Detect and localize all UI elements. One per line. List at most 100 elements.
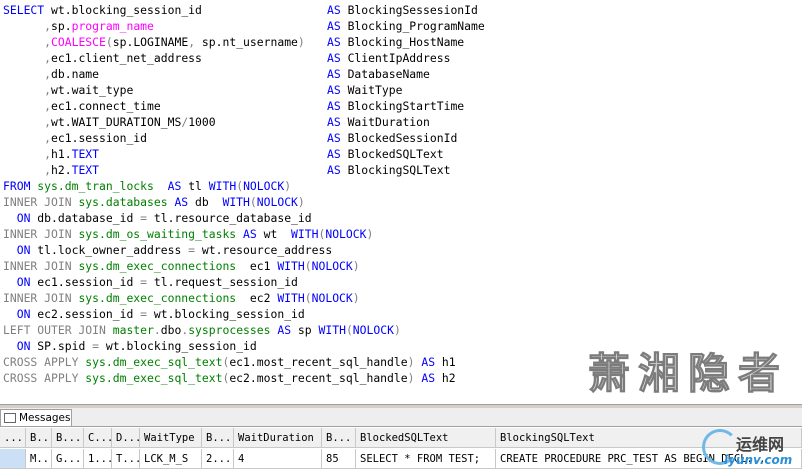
code-line: ,wt.WAIT_DURATION_MS/1000 AS WaitDuration — [3, 114, 430, 130]
code-token: h2. — [51, 163, 72, 177]
code-token: ) — [352, 259, 360, 273]
grid-cell[interactable]: 85 — [322, 449, 356, 469]
code-token: ) — [393, 323, 401, 337]
code-token: sysprocesses — [188, 323, 271, 337]
as-keyword: AS — [327, 83, 341, 97]
code-token: , — [3, 163, 52, 177]
code-line: ON ec1.session_id = tl.request_session_i… — [3, 274, 298, 290]
code-token: ON — [3, 339, 38, 353]
grid-cell[interactable]: T... — [112, 449, 140, 469]
grid-cell[interactable]: SELECT * FROM TEST; — [356, 449, 496, 469]
alias-name: BlockedSessionId — [347, 131, 458, 145]
messages-icon — [4, 413, 16, 423]
code-token: sys.dm_exec_connections — [78, 291, 237, 305]
code-token: , — [3, 99, 52, 113]
column-header[interactable]: B... — [202, 428, 234, 448]
grid-cell[interactable]: 2... — [202, 449, 234, 469]
column-header[interactable]: D... — [112, 428, 140, 448]
code-token: h1 — [441, 355, 456, 369]
code-token: ON — [3, 211, 38, 225]
code-token: INNER JOIN — [3, 227, 79, 241]
column-alias: AS BlockingStartTime — [327, 98, 464, 114]
code-line: ,ec1.session_id AS BlockedSessionId — [3, 130, 457, 146]
column-alias: AS BlockingSessesionId — [327, 2, 478, 18]
results-grid[interactable]: ...B...M...B...G...C...1...D...T...WaitT… — [0, 427, 802, 475]
grid-cell[interactable]: LCK_M_S — [140, 449, 202, 469]
code-token: sys.databases — [78, 195, 168, 209]
code-line: ,db.name AS DatabaseName — [3, 66, 430, 82]
code-token: AS — [421, 371, 442, 385]
watermark-text: 萧湘隐者 — [587, 349, 789, 399]
alias-name: DatabaseName — [347, 67, 430, 81]
code-token: = — [140, 211, 154, 225]
code-line: ,wt.wait_type AS WaitType — [3, 82, 402, 98]
alias-name: BlockingStartTime — [347, 99, 465, 113]
code-token: AS — [243, 227, 264, 241]
code-token: AS — [421, 355, 442, 369]
column-alias: AS DatabaseName — [327, 66, 430, 82]
grid-cell[interactable]: 4 — [234, 449, 322, 469]
grid-cell[interactable]: 1... — [84, 449, 112, 469]
code-token: FROM — [3, 179, 38, 193]
code-token: WITH — [277, 259, 305, 273]
code-token: ) — [297, 195, 305, 209]
as-keyword: AS — [327, 35, 341, 49]
code-line: LEFT OUTER JOIN master.dbo.sysprocesses … — [3, 322, 401, 338]
column-header[interactable]: B... — [322, 428, 356, 448]
column-header[interactable]: B... — [26, 428, 52, 448]
alias-name: WaitType — [347, 83, 403, 97]
code-token: sp.LOGINAME — [112, 35, 189, 49]
code-token: sys.dm_exec_sql_text — [85, 371, 223, 385]
code-token: AS — [277, 323, 298, 337]
as-keyword: AS — [327, 67, 341, 81]
code-token: , — [188, 35, 202, 49]
code-token: ec1.most_recent_sql_handle — [229, 355, 408, 369]
code-token: wt.blocking_session_id — [51, 3, 202, 17]
code-token: ) — [297, 35, 305, 49]
column-header[interactable]: B... — [52, 428, 84, 448]
code-line: ,COALESCE(sp.LOGINAME, sp.nt_username) AS… — [3, 34, 464, 50]
grid-cell[interactable]: G... — [52, 449, 84, 469]
code-token: wt.WAIT_DURATION_MS — [51, 115, 182, 129]
code-token: INNER JOIN — [3, 259, 79, 273]
code-token: db — [195, 195, 223, 209]
code-token: tl — [188, 179, 209, 193]
alias-name: Blocking_HostName — [347, 35, 465, 49]
code-token: ) — [407, 355, 422, 369]
code-token: NOLOCK — [243, 179, 285, 193]
code-token: h1. — [51, 147, 72, 161]
code-token: sys.dm_exec_connections — [78, 259, 237, 273]
code-token: ec2.most_recent_sql_handle — [229, 371, 408, 385]
code-token: NOLOCK — [325, 227, 367, 241]
code-token: sp. — [51, 19, 72, 33]
code-token: AS — [167, 179, 189, 193]
column-header[interactable]: ... — [0, 428, 26, 448]
code-token: WITH — [277, 291, 305, 305]
code-token: ) — [366, 227, 374, 241]
code-line: INNER JOIN sys.dm_os_waiting_tasks AS wt… — [3, 226, 373, 242]
code-token: SELECT — [3, 3, 52, 17]
code-token: LEFT OUTER JOIN — [3, 323, 113, 337]
code-token: sp — [297, 323, 319, 337]
tab-messages[interactable]: Messages — [0, 409, 72, 426]
code-token: , — [3, 51, 52, 65]
column-alias: AS ClientIpAddress — [327, 50, 450, 66]
column-alias: AS WaitType — [327, 82, 402, 98]
code-token: WITH — [318, 323, 346, 337]
column-header[interactable]: C... — [84, 428, 112, 448]
code-token: ) — [352, 291, 360, 305]
grid-cell[interactable]: M... — [26, 449, 52, 469]
column-header[interactable]: BlockedSQLText — [356, 428, 496, 448]
code-token: program_name — [71, 19, 154, 33]
code-token: WITH — [222, 195, 250, 209]
code-line: ON db.database_id = tl.resource_database… — [3, 210, 312, 226]
code-token: wt.blocking_session_id — [153, 307, 305, 321]
column-header[interactable]: WaitDuration — [234, 428, 322, 448]
column-header[interactable]: WaitType — [140, 428, 202, 448]
row-selector[interactable] — [0, 449, 26, 469]
code-token: ( — [304, 259, 312, 273]
code-token: wt.blocking_session_id — [105, 339, 257, 353]
code-line: ,ec1.connect_time AS BlockingStartTime — [3, 98, 464, 114]
code-token: ec1.session_id — [37, 275, 141, 289]
